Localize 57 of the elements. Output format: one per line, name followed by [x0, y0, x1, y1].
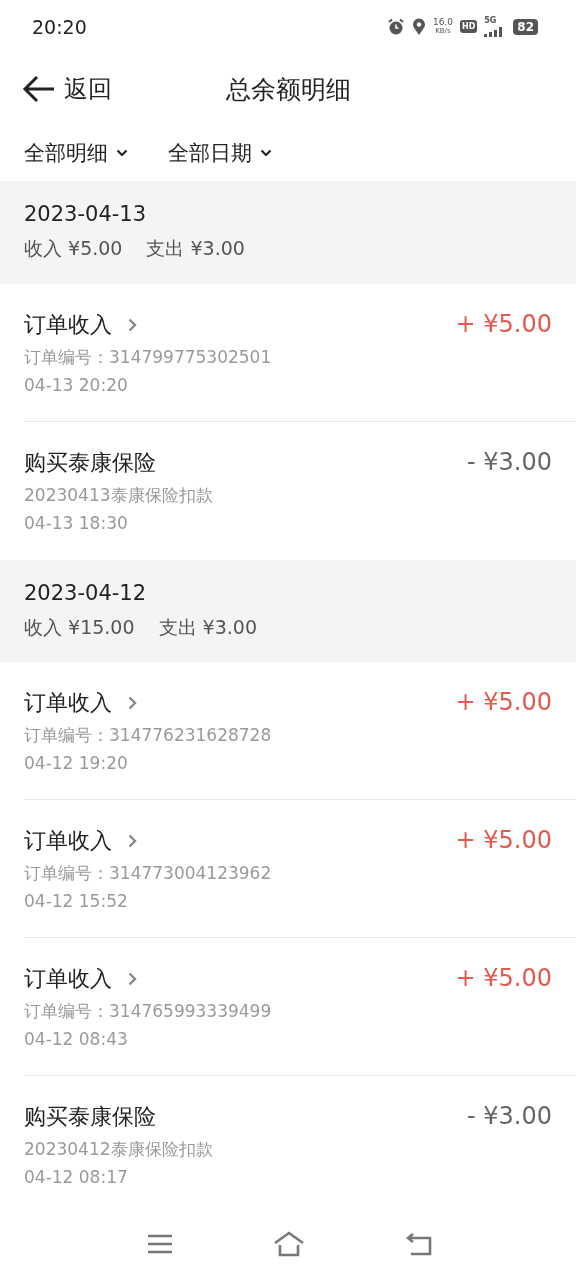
- transaction-time: 04-12 08:43: [24, 1029, 129, 1050]
- chevron-down-icon: [116, 148, 128, 157]
- home-icon[interactable]: [273, 1231, 305, 1258]
- transaction-title: 订单收入: [24, 689, 112, 718]
- chevron-right-icon: [128, 972, 137, 987]
- menu-icon[interactable]: [147, 1234, 173, 1255]
- page-title: 总余额明细: [225, 73, 351, 106]
- net-speed: 16.0: [432, 18, 453, 28]
- transaction-title: 订单收入: [24, 965, 112, 994]
- network-type: 5G: [484, 16, 497, 25]
- transaction-amount: + ¥5.00: [455, 309, 552, 338]
- transaction-row[interactable]: 购买泰康保险 20230413泰康保险扣款 04-13 18:30 - ¥3.00: [24, 421, 576, 560]
- transaction-detail: 订单编号：314799775302501: [24, 345, 272, 369]
- group-date: 2023-04-13: [24, 202, 148, 227]
- status-time: 20:20: [32, 15, 87, 38]
- transaction-detail: 订单编号：314776231628728: [24, 724, 272, 748]
- income-total: 收入 ¥15.00: [24, 615, 135, 640]
- transaction-time: 04-12 08:17: [24, 1167, 129, 1188]
- back-icon[interactable]: [405, 1232, 433, 1257]
- filter-dropdown[interactable]: 全部日期: [168, 138, 272, 167]
- expense-total: 支出 ¥3.00: [146, 236, 245, 262]
- income-total: 收入 ¥5.00: [24, 236, 123, 262]
- chevron-right-icon: [128, 317, 137, 332]
- transaction-title: 订单收入: [24, 310, 112, 339]
- back-button[interactable]: 返回: [22, 73, 112, 106]
- hd-badge: HD: [459, 20, 478, 34]
- location-icon: [411, 17, 426, 36]
- transaction-detail: 订单编号：314773004123962: [24, 862, 272, 886]
- transaction-amount: + ¥5.00: [455, 964, 552, 993]
- transaction-amount: + ¥5.00: [455, 688, 552, 717]
- battery-indicator: 82: [513, 18, 538, 35]
- transaction-time: 04-13 18:30: [24, 512, 129, 533]
- transaction-amount: + ¥5.00: [455, 826, 552, 855]
- chevron-right-icon: [128, 696, 137, 711]
- transaction-row[interactable]: 订单收入 订单编号：314799775302501 04-13 20:20 + ¥5.00: [24, 283, 576, 422]
- transaction-detail: 20230413泰康保险扣款: [24, 483, 213, 507]
- transaction-time: 04-13 20:20: [24, 374, 129, 395]
- chevron-down-icon: [260, 148, 272, 157]
- transaction-amount: - ¥3.00: [467, 447, 552, 476]
- alarm-icon: [386, 17, 405, 36]
- filter-dropdown[interactable]: 全部明细: [24, 138, 128, 167]
- transaction-row[interactable]: 订单收入 订单编号：314765993339499 04-12 08:43 + ¥5.00: [24, 938, 576, 1077]
- transaction-row[interactable]: 订单收入 订单编号：314773004123962 04-12 15:52 + ¥5.00: [24, 800, 576, 939]
- group-date: 2023-04-12: [24, 581, 148, 605]
- back-arrow-icon: [22, 75, 56, 104]
- transaction-detail: 20230412泰康保险扣款: [24, 1138, 213, 1162]
- transaction-title: 购买泰康保险: [24, 448, 156, 477]
- expense-total: 支出 ¥3.00: [158, 615, 257, 640]
- transaction-detail: 订单编号：314765993339499: [24, 1000, 272, 1024]
- transaction-title: 订单收入: [24, 827, 112, 856]
- transaction-time: 04-12 19:20: [24, 753, 129, 774]
- transaction-row[interactable]: 订单收入 订单编号：314776231628728 04-12 19:20 + ¥5.00: [24, 662, 576, 801]
- chevron-right-icon: [128, 834, 137, 849]
- transaction-title: 购买泰康保险: [24, 1103, 156, 1132]
- transaction-amount: - ¥3.00: [467, 1102, 552, 1131]
- transaction-row[interactable]: 购买泰康保险 20230412泰康保险扣款 04-12 08:17 - ¥3.00: [24, 1076, 576, 1215]
- transaction-time: 04-12 15:52: [24, 891, 129, 912]
